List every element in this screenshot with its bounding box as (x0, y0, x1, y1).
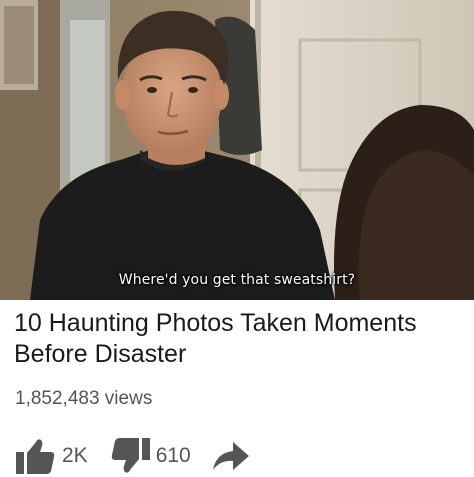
video-title[interactable]: 10 Haunting Photos Taken Moments Before … (14, 308, 454, 370)
video-frame-image (0, 0, 474, 300)
video-actions: 2K 610 (14, 436, 251, 476)
view-count: 1,852,483 views (15, 388, 153, 409)
video-subtitle: Where'd you get that sweatshirt? (118, 272, 356, 288)
thumbs-down-icon (110, 436, 152, 476)
share-arrow-icon (211, 438, 251, 474)
thumbs-up-icon (14, 436, 56, 476)
like-count: 2K (62, 444, 88, 467)
dislike-count: 610 (155, 444, 191, 467)
video-player[interactable]: Where'd you get that sweatshirt? (0, 0, 474, 300)
video-info-panel: 10 Haunting Photos Taken Moments Before … (0, 300, 474, 477)
share-button[interactable] (211, 438, 251, 474)
like-button[interactable]: 2K (14, 436, 88, 476)
dislike-button[interactable]: 610 (110, 436, 191, 476)
